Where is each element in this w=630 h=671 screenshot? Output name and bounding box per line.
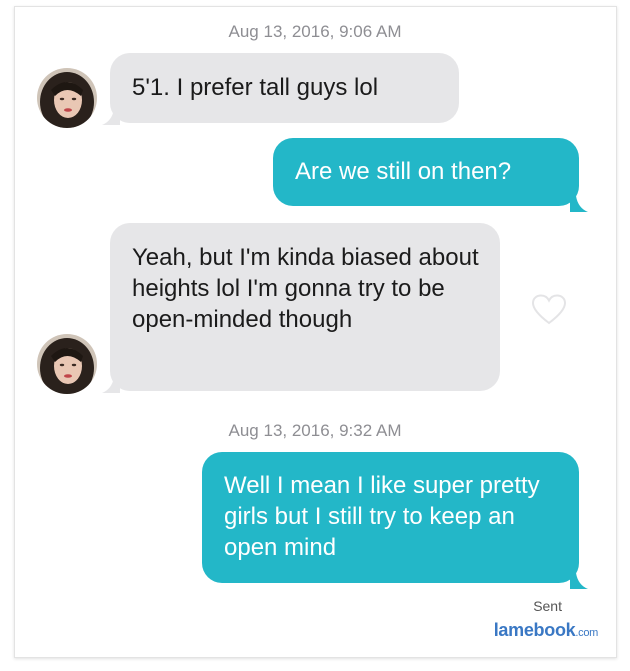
bubble-tail xyxy=(570,196,588,212)
message-text: Well I mean I like super pretty girls bu… xyxy=(224,472,540,561)
bubble-tail xyxy=(102,109,120,125)
timestamp: Aug 13, 2016, 9:32 AM xyxy=(228,421,402,440)
message-text: Are we still on then? xyxy=(295,158,512,185)
incoming-message-bubble[interactable]: 5'1. I prefer tall guys lol xyxy=(110,53,459,123)
delivery-status: Sent xyxy=(533,598,562,614)
watermark: lamebook.com xyxy=(493,620,599,641)
incoming-message-bubble[interactable]: Yeah, but I'm kinda biased about heights… xyxy=(110,223,500,391)
bubble-tail xyxy=(102,377,120,393)
message-text: Yeah, but I'm kinda biased about heights… xyxy=(132,244,479,333)
contact-avatar[interactable] xyxy=(37,68,97,128)
contact-avatar[interactable] xyxy=(37,334,97,394)
message-text: 5'1. I prefer tall guys lol xyxy=(132,74,379,101)
heart-outline-icon[interactable] xyxy=(531,294,567,326)
watermark-brand: lamebook xyxy=(493,620,576,640)
outgoing-message-bubble[interactable]: Are we still on then? xyxy=(273,138,579,206)
bubble-tail xyxy=(570,573,588,589)
outgoing-message-bubble[interactable]: Well I mean I like super pretty girls bu… xyxy=(202,452,579,583)
watermark-suffix: .com xyxy=(575,627,598,639)
timestamp: Aug 13, 2016, 9:06 AM xyxy=(228,22,402,41)
